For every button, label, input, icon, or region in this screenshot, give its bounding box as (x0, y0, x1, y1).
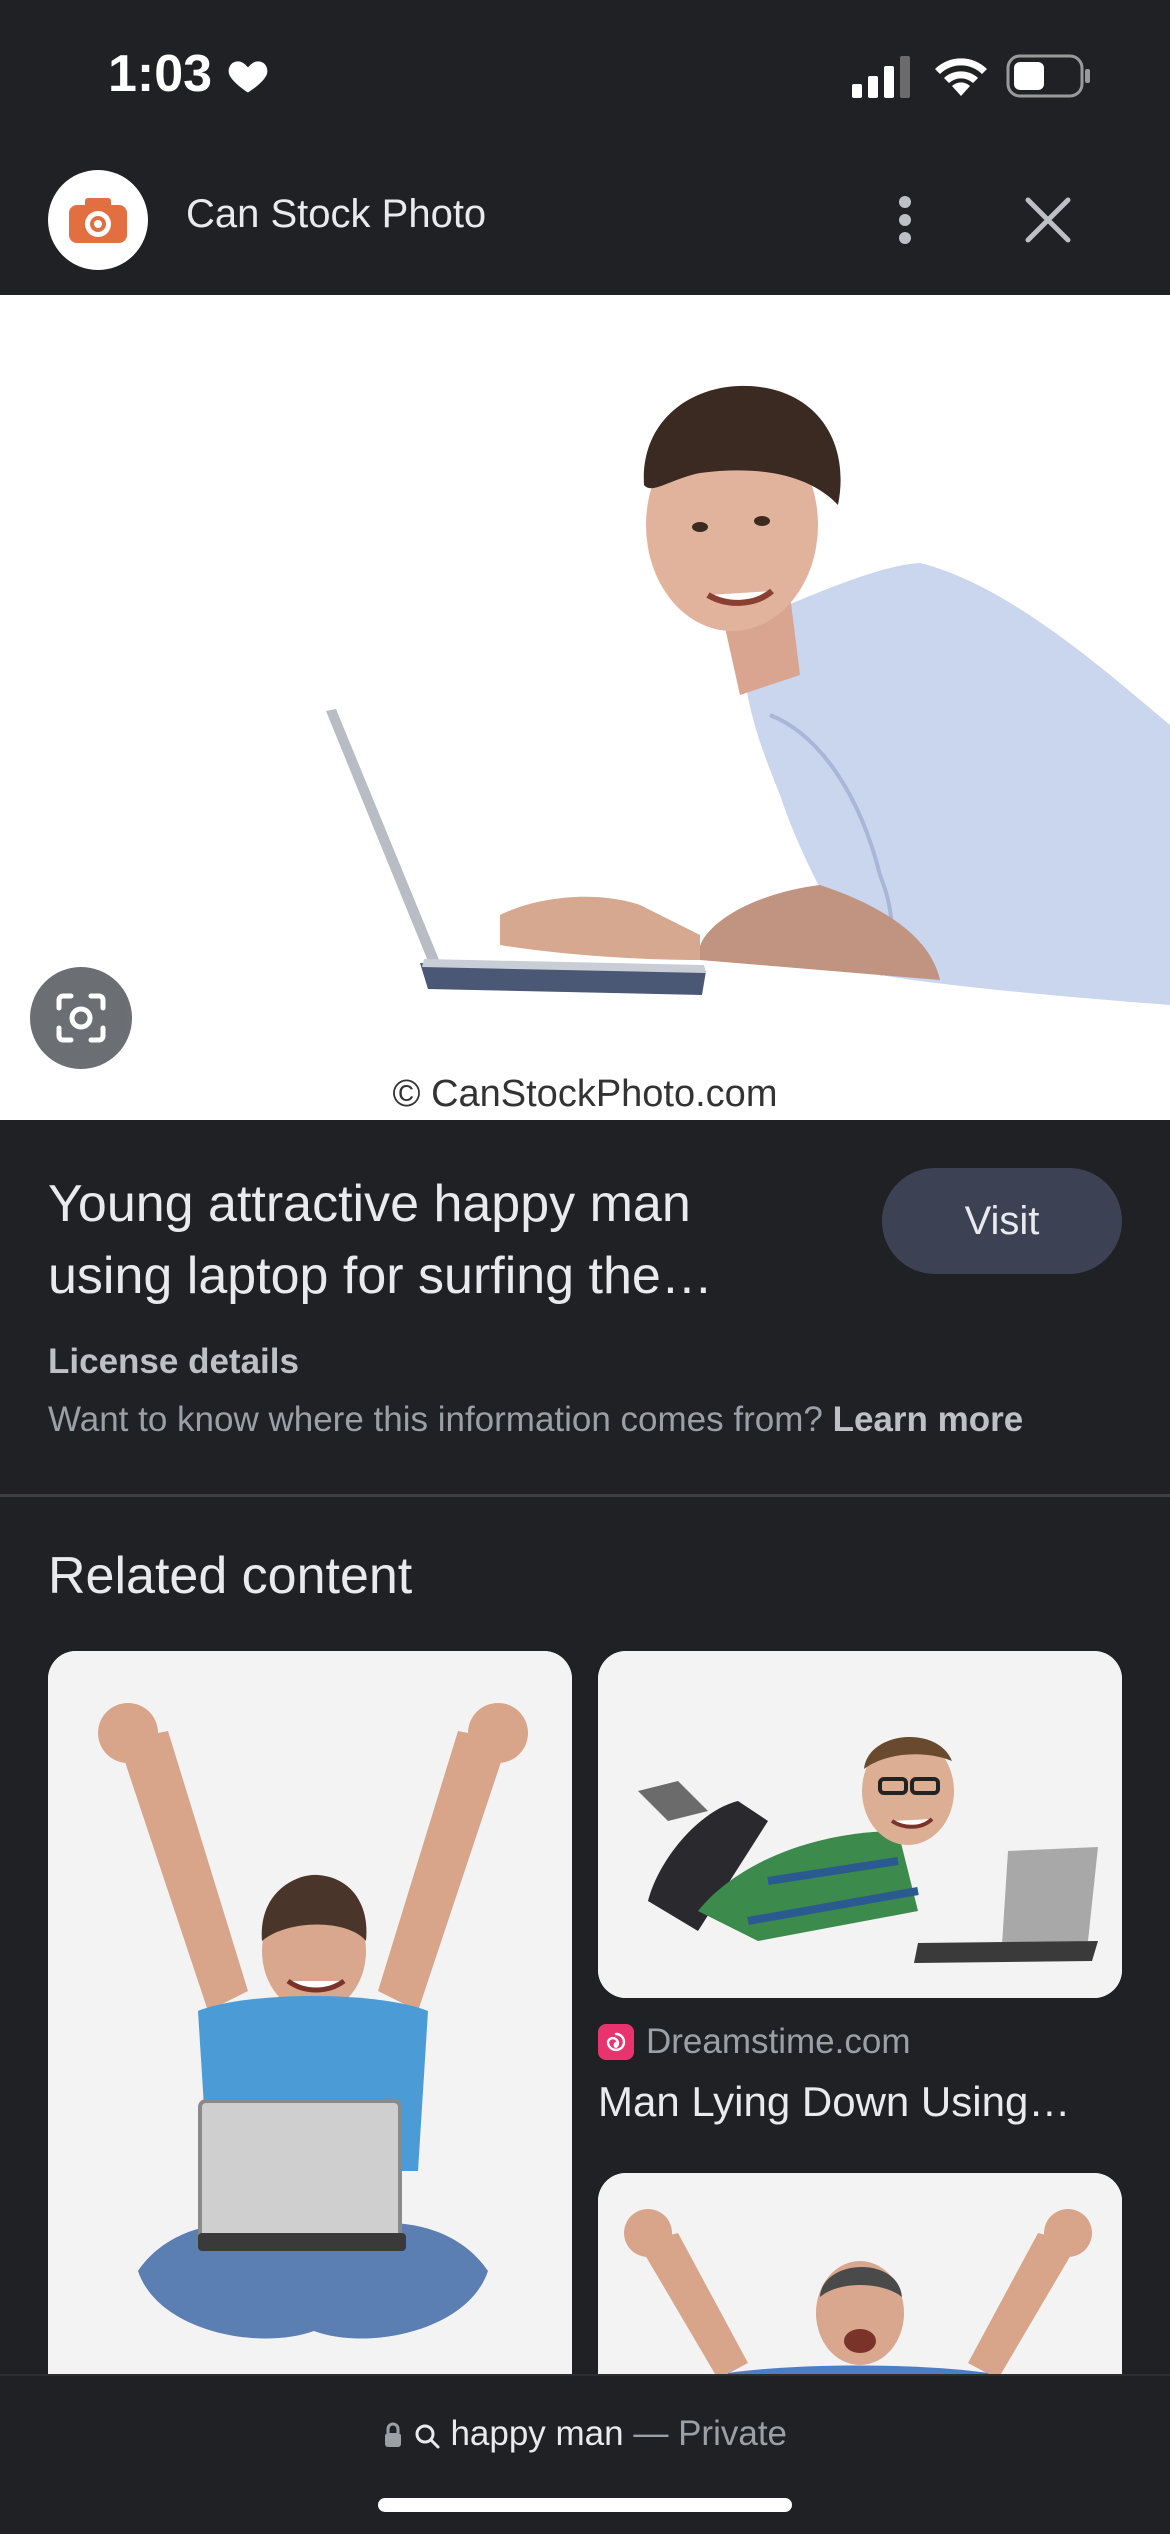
man-with-laptop-photo (0, 295, 1170, 1120)
heart-icon (228, 61, 268, 93)
search-query: happy man (450, 2414, 624, 2453)
man-arms-raised-photo (48, 1651, 572, 2451)
related-content-heading: Related content (48, 1547, 413, 1605)
home-indicator[interactable] (378, 2498, 792, 2512)
status-time: 1:03 (108, 45, 213, 103)
related-image-card[interactable] (48, 1651, 572, 2451)
wifi-icon (935, 58, 987, 96)
dreamstime-logo-icon (598, 2024, 634, 2060)
site-name[interactable]: Can Stock Photo (186, 192, 486, 237)
camera-icon (69, 198, 127, 243)
address-separator: — (633, 2414, 669, 2453)
more-options-icon[interactable] (870, 180, 940, 260)
status-bar: 1:03 (0, 0, 1170, 150)
lock-icon (384, 2422, 401, 2447)
license-details-link[interactable]: License details (48, 1342, 299, 1382)
battery-icon (1006, 54, 1090, 98)
canstock-logo[interactable] (48, 170, 148, 270)
search-icon (415, 2424, 440, 2449)
cellular-signal-icon (852, 56, 910, 98)
google-lens-button[interactable] (30, 967, 132, 1069)
learn-more-link[interactable]: Learn more (833, 1400, 1024, 1439)
address-field[interactable]: happy man — Private (0, 2414, 1170, 2454)
main-image[interactable]: © CanStockPhoto.com (0, 295, 1170, 1120)
viewer-header: Can Stock Photo (0, 150, 1170, 295)
source-note: Want to know where this information come… (48, 1400, 1023, 1440)
image-watermark: © CanStockPhoto.com (392, 1073, 778, 1115)
related-image-card[interactable] (598, 1651, 1122, 1998)
section-divider (0, 1494, 1170, 1497)
close-icon[interactable] (1010, 180, 1086, 260)
related-caption[interactable]: Man Lying Down Using… (598, 2078, 1122, 2126)
private-mode-label: Private (678, 2414, 788, 2453)
image-info-panel: Young attractive happy man using laptop … (0, 1120, 1170, 1494)
man-lying-laptop-photo (598, 1651, 1122, 1998)
lens-icon (56, 993, 106, 1043)
source-question: Want to know where this information come… (48, 1400, 823, 1439)
visit-button[interactable]: Visit (882, 1168, 1122, 1274)
related-source[interactable]: Dreamstime.com (598, 2022, 910, 2062)
bottom-address-bar: happy man — Private (0, 2374, 1170, 2534)
related-source-name: Dreamstime.com (646, 2022, 911, 2061)
image-title[interactable]: Young attractive happy man using laptop … (48, 1168, 808, 1312)
